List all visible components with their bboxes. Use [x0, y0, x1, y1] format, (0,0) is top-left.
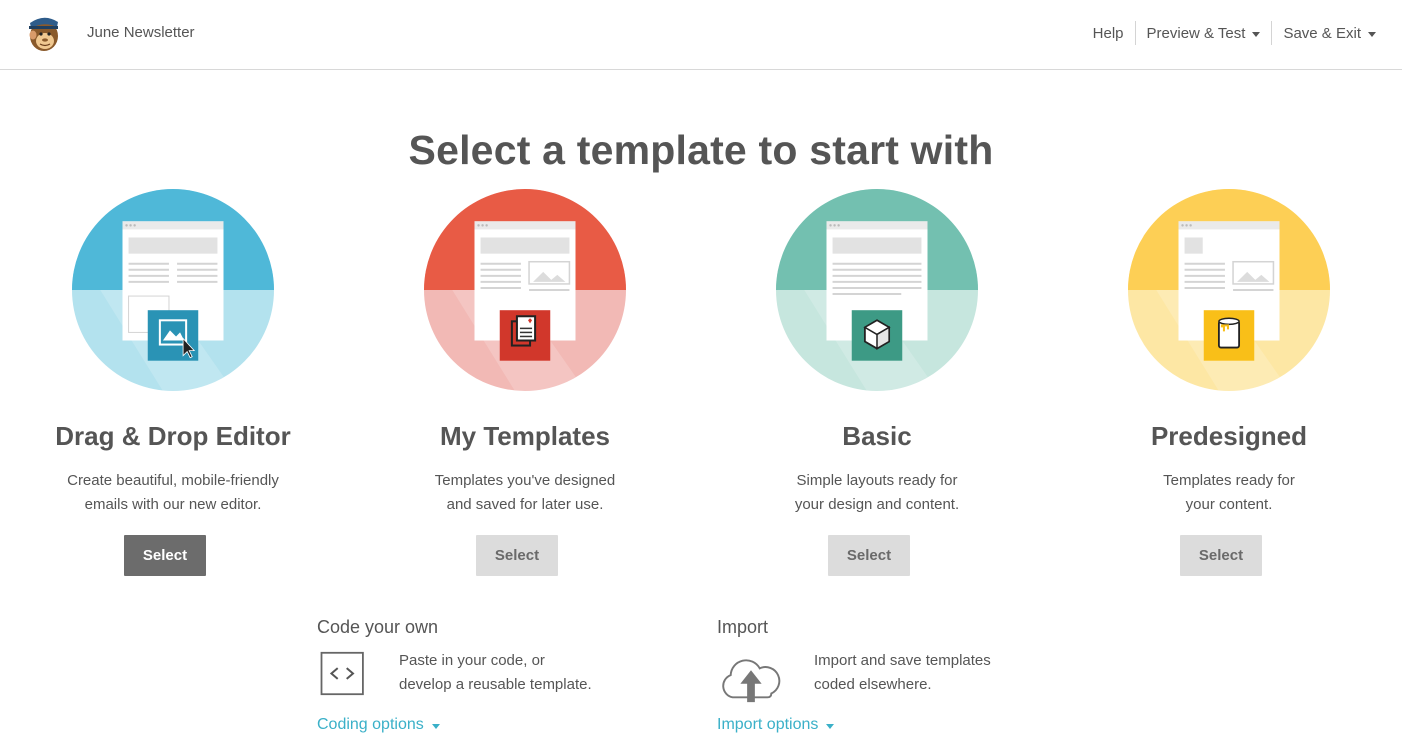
import-options-link[interactable]: Import options [717, 716, 835, 734]
mailchimp-logo-icon[interactable] [24, 13, 64, 53]
desc-line: Simple layouts ready for [796, 472, 958, 489]
caret-down-icon [1368, 31, 1376, 37]
document-name: June Newsletter [87, 24, 195, 41]
card-predesigned: Predesigned Templates ready for your con… [1079, 189, 1379, 576]
cloud-upload-icon [722, 659, 781, 703]
save-exit-menu[interactable]: Save & Exit [1271, 21, 1376, 45]
section-description: Import and save templates coded elsewher… [814, 649, 991, 697]
section-title: Code your own [317, 617, 439, 637]
top-nav: Help Preview & Test Save & Exit [1082, 20, 1376, 46]
desc-line: your content. [1185, 496, 1273, 513]
card-description: Templates you've designed and saved for … [375, 469, 675, 517]
select-basic-button[interactable]: Select [828, 535, 910, 576]
card-description: Simple layouts ready for your design and… [727, 469, 1027, 517]
page-title: Select a template to start with [408, 127, 994, 174]
coding-options-link[interactable]: Coding options [317, 716, 440, 734]
basic-illustration [776, 189, 978, 391]
help-link[interactable]: Help [1082, 21, 1135, 45]
desc-line: develop a reusable template. [399, 676, 592, 693]
preview-test-label: Preview & Test [1146, 24, 1246, 42]
card-title: Drag & Drop Editor [55, 421, 291, 451]
preview-test-menu[interactable]: Preview & Test [1134, 21, 1272, 45]
help-link-label: Help [1092, 24, 1124, 42]
caret-down-icon [826, 723, 835, 729]
link-label: Import options [717, 716, 819, 733]
desc-line: Templates ready for [1163, 472, 1295, 489]
card-title: My Templates [439, 421, 610, 451]
card-my-templates: My Templates Templates you've designed a… [375, 189, 675, 576]
my-templates-illustration [424, 189, 626, 391]
select-predesigned-button[interactable]: Select [1180, 535, 1262, 576]
card-title: Predesigned [1150, 421, 1308, 451]
desc-line: Create beautiful, mobile-friendly [67, 472, 279, 489]
save-exit-label: Save & Exit [1283, 24, 1361, 42]
import-section: Import Import and save templates coded e… [717, 617, 1047, 733]
code-icon [320, 651, 364, 696]
desc-line: emails with our new editor. [84, 496, 262, 513]
drag-drop-illustration [72, 189, 274, 391]
top-bar: June Newsletter Help Preview & Test Save… [0, 0, 1402, 70]
select-my-templates-button[interactable]: Select [476, 535, 558, 576]
desc-line: and saved for later use. [446, 496, 604, 513]
desc-line: Import and save templates [814, 652, 991, 669]
code-your-own-section: Code your own Paste in your code, or dev… [317, 617, 647, 733]
desc-line: coded elsewhere. [814, 676, 932, 693]
card-title: Basic [842, 421, 912, 451]
desc-line: Templates you've designed [434, 472, 616, 489]
card-drag-drop: Drag & Drop Editor Create beautiful, mob… [23, 189, 323, 576]
caret-down-icon [1252, 31, 1261, 37]
caret-down-icon [431, 723, 440, 729]
desc-line: your design and content. [794, 496, 960, 513]
predesigned-illustration [1128, 189, 1330, 391]
select-drag-drop-button[interactable]: Select [124, 535, 206, 576]
section-description: Paste in your code, or develop a reusabl… [399, 649, 592, 697]
section-title: Import [717, 617, 769, 637]
desc-line: Paste in your code, or [399, 652, 545, 669]
link-label: Coding options [317, 716, 424, 733]
card-description: Create beautiful, mobile-friendly emails… [23, 469, 323, 517]
card-basic: Basic Simple layouts ready for your desi… [727, 189, 1027, 576]
card-description: Templates ready for your content. [1079, 469, 1379, 517]
